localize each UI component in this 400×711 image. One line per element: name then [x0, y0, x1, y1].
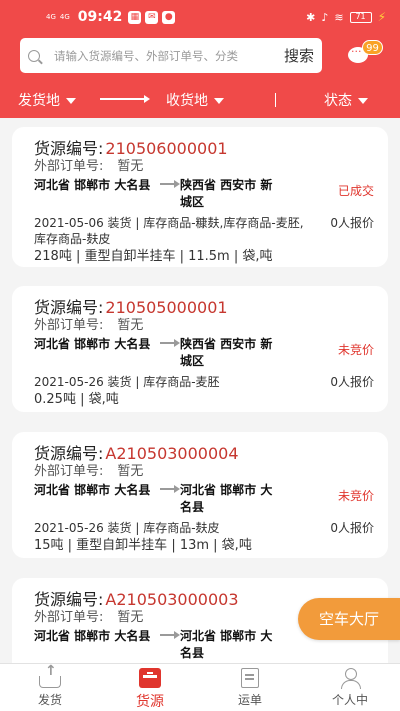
origin-address: 河北省 邯郸市 大名县 [34, 629, 151, 643]
status-badge: 未竞价 [337, 343, 374, 357]
code-row: 货源编号: 210505000001 [34, 294, 374, 317]
caret-down-icon [66, 98, 76, 104]
signal-icon: 4G [59, 13, 70, 21]
status-badge: 已成交 [337, 184, 374, 198]
status-filter-label: 状态 [324, 93, 352, 109]
charging-icon: ⚡ [377, 10, 386, 24]
destination-address: 陕西省 西安市 新城区 [180, 337, 273, 368]
quote-count: 0人报价 [330, 521, 374, 535]
ext-order-label: 外部订单号: [34, 464, 104, 479]
code-row: 货源编号: 210506000001 [34, 135, 374, 158]
origin-address: 河北省 邯郸市 大名县 [34, 178, 151, 192]
cargo-list[interactable]: 货源编号: 210506000001 外部订单号: 暂无 河北省 邯郸市 大名县 陕… [0, 118, 400, 663]
destination-filter-label: 收货地 [166, 93, 208, 109]
arrow-right-icon [160, 631, 180, 639]
route: 河北省 邯郸市 大名县 河北省 邯郸市 大名县 未竞价 [34, 482, 374, 516]
ext-order-row: 外部订单号: 暂无 [34, 155, 374, 175]
arrow-right-icon [160, 180, 180, 188]
divider [275, 93, 276, 107]
cargo-card[interactable]: 货源编号: A210503000004 外部订单号: 暂无 河北省 邯郸市 大名县 … [12, 432, 388, 558]
ext-order-row: 外部订单号: 暂无 [34, 460, 374, 480]
qq-app-icon: ● [162, 10, 176, 24]
search-button[interactable]: 搜索 [284, 45, 314, 66]
cargo-detail: 15吨 | 重型自卸半挂车 | 13m | 袋,吨 [34, 538, 252, 553]
ext-order-value: 暂无 [117, 318, 144, 333]
user-icon [339, 668, 361, 689]
load-info: 2021-05-06 装货 | 库存商品-糠麸,库存商品-麦胚,库存商品-麸皮 [34, 216, 304, 246]
battery-icon: 71 [349, 11, 372, 23]
source-icon [139, 668, 161, 688]
quote-count: 0人报价 [330, 375, 374, 389]
search-bar[interactable]: 请输入货源编号、外部订单号、分类 搜索 [20, 38, 322, 73]
caret-down-icon [358, 98, 368, 104]
route: 河北省 邯郸市 大名县 陕西省 西安市 新城区 已成交 [34, 177, 374, 211]
origin-filter-label: 发货地 [18, 93, 60, 109]
cargo-card[interactable]: 货源编号: 210505000001 外部订单号: 暂无 河北省 邯郸市 大名县 陕… [12, 286, 388, 412]
quote-count: 0人报价 [330, 216, 374, 230]
message-badge: 99 [362, 40, 383, 55]
bluetooth-icon: ✱ [306, 10, 316, 24]
origin-address: 河北省 邯郸市 大名县 [34, 337, 151, 351]
tab-label: 发货 [37, 693, 62, 707]
destination-address: 河北省 邯郸市 大名县 [180, 629, 273, 660]
meta-row: 2021-05-26 装货 | 库存商品-麦胚 0人报价 [34, 374, 374, 390]
caret-down-icon [214, 98, 224, 104]
destination-address: 河北省 邯郸市 大名县 [180, 483, 273, 514]
cargo-card[interactable]: 货源编号: 210506000001 外部订单号: 暂无 河北省 邯郸市 大名县 陕… [12, 127, 388, 267]
tab-ship[interactable]: 发货 [0, 663, 100, 711]
status-icons: ✱ ♪ ≋ 71 ⚡ [306, 10, 386, 24]
arrow-right-icon [100, 95, 150, 103]
calendar-app-icon: ▦ [128, 10, 142, 24]
ship-icon [39, 663, 61, 688]
status-filter[interactable]: 状态 [324, 90, 368, 110]
tab-label: 个人中 [331, 693, 368, 707]
ext-order-value: 暂无 [117, 610, 144, 625]
tab-waybill[interactable]: 运单 [200, 664, 300, 711]
ext-order-label: 外部订单号: [34, 318, 104, 333]
empty-truck-hall-button[interactable]: 空车大厅 [298, 598, 400, 640]
meta-row: 2021-05-26 装货 | 库存商品-麸皮 0人报价 [34, 520, 374, 536]
code-row: 货源编号: A210503000004 [34, 440, 374, 463]
search-input[interactable]: 请输入货源编号、外部订单号、分类 [54, 48, 276, 64]
status-badge: 未竞价 [337, 489, 374, 503]
tab-source[interactable]: 货源 [100, 664, 200, 711]
ext-order-value: 暂无 [117, 464, 144, 479]
ext-order-label: 外部订单号: [34, 610, 104, 625]
ext-order-row: 外部订单号: 暂无 [34, 314, 374, 334]
meta-row: 2021-05-06 装货 | 库存商品-糠麸,库存商品-麦胚,库存商品-麸皮 … [34, 215, 374, 247]
header: 4G 4G 09:42 ▦ ✉ ● ✱ ♪ ≋ 71 ⚡ 请输入货源编号、外部订… [0, 0, 400, 118]
waybill-icon [241, 668, 259, 688]
message-button[interactable]: 99 [348, 40, 383, 66]
ext-order-label: 外部订单号: [34, 159, 104, 174]
search-icon [28, 49, 40, 62]
mute-icon: ♪ [321, 10, 329, 24]
ext-order-value: 暂无 [117, 159, 144, 174]
signal-icon: 4G [46, 13, 56, 21]
tab-label: 运单 [237, 693, 262, 707]
load-info: 2021-05-26 装货 | 库存商品-麦胚 [34, 375, 220, 389]
filter-bar: 发货地 收货地 状态 [0, 88, 400, 114]
destination-filter[interactable]: 收货地 [166, 90, 224, 110]
arrow-right-icon [160, 339, 180, 347]
origin-address: 河北省 邯郸市 大名县 [34, 483, 151, 497]
origin-filter[interactable]: 发货地 [18, 90, 76, 110]
wifi-icon: ≋ [334, 10, 344, 24]
message-app-icon: ✉ [145, 10, 159, 24]
clock: 09:42 [77, 9, 123, 25]
route: 河北省 邯郸市 大名县 陕西省 西安市 新城区 未竞价 [34, 336, 374, 370]
cargo-detail: 0.25吨 | 袋,吨 [34, 392, 119, 407]
bottom-tab-bar: 发货 货源 运单 个人中 [0, 663, 400, 711]
arrow-right-icon [160, 485, 180, 493]
status-bar: 4G 4G 09:42 ▦ ✉ ● ✱ ♪ ≋ 71 ⚡ [0, 0, 400, 34]
load-info: 2021-05-26 装货 | 库存商品-麸皮 [34, 521, 220, 535]
cargo-detail: 218吨 | 重型自卸半挂车 | 11.5m | 袋,吨 [34, 249, 273, 264]
destination-address: 陕西省 西安市 新城区 [180, 178, 273, 209]
tab-label: 货源 [136, 694, 164, 710]
tab-profile[interactable]: 个人中 [300, 664, 400, 711]
